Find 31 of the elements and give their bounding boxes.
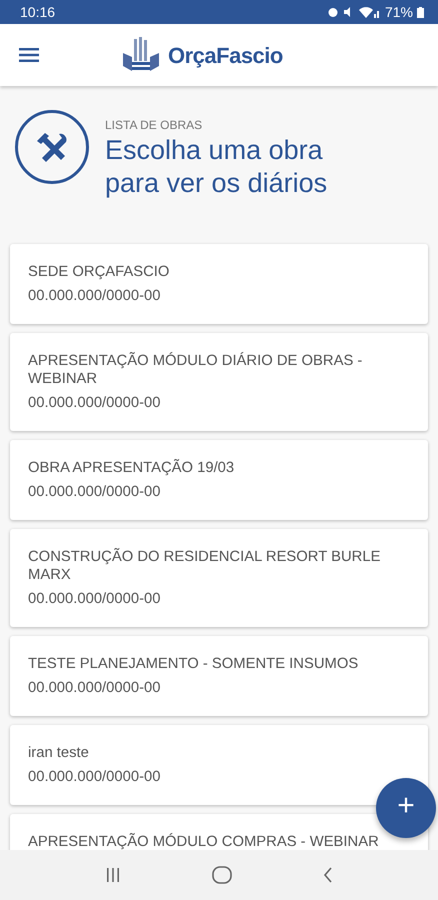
obra-name: CONSTRUÇÃO DO RESIDENCIAL RESORT BURLE MARX [28, 548, 382, 584]
obra-name: TESTE PLANEJAMENTO - SOMENTE INSUMOS [28, 655, 358, 673]
obra-name: APRESENTAÇÃO MÓDULO DIÁRIO DE OBRAS - WEBINAR [28, 352, 364, 388]
obra-card[interactable]: APRESENTAÇÃO MÓDULO COMPRAS - WEBINAR [10, 814, 428, 850]
tools-icon [15, 110, 89, 184]
obra-name: OBRA APRESENTAÇÃO 19/03 [28, 459, 234, 477]
home-icon[interactable] [212, 866, 232, 884]
obra-name: SEDE ORÇAFASCIO [28, 263, 170, 281]
obra-name: iran teste [28, 744, 89, 762]
obra-cnpj: 00.000.000/0000-00 [28, 679, 160, 697]
obra-card[interactable]: OBRA APRESENTAÇÃO 19/03 00.000.000/0000-00 [10, 440, 428, 520]
page-title: Escolha uma obra para ver os diários [105, 134, 328, 200]
obra-cnpj: 00.000.000/0000-00 [28, 590, 160, 608]
obra-cnpj: 00.000.000/0000-00 [28, 287, 160, 305]
status-time: 10:16 [20, 2, 56, 22]
obra-cnpj: 00.000.000/0000-00 [28, 768, 160, 786]
obra-card[interactable]: TESTE PLANEJAMENTO - SOMENTE INSUMOS 00.000.000/0000-00 [10, 636, 428, 716]
recents-icon[interactable] [105, 867, 122, 883]
brand-name: OrçaFascio [168, 42, 283, 70]
obra-cnpj: 00.000.000/0000-00 [28, 394, 160, 412]
back-icon[interactable] [322, 867, 333, 883]
obra-card[interactable]: SEDE ORÇAFASCIO 00.000.000/0000-00 [10, 244, 428, 324]
logo-icon [122, 37, 160, 73]
wifi-signal-icon [358, 6, 381, 18]
obra-card[interactable]: CONSTRUÇÃO DO RESIDENCIAL RESORT BURLE MARX 00.000.000/0000-00 [10, 529, 428, 627]
section-label: LISTA DE OBRAS [105, 117, 204, 134]
obra-cnpj: 00.000.000/0000-00 [28, 483, 160, 501]
obra-name: APRESENTAÇÃO MÓDULO COMPRAS - WEBINAR [28, 833, 379, 850]
obra-card[interactable]: APRESENTAÇÃO MÓDULO DIÁRIO DE OBRAS - WEBINAR 00.000.000/0000-00 [10, 333, 428, 431]
battery-percent: 71% [384, 2, 413, 22]
battery-icon [417, 6, 424, 18]
